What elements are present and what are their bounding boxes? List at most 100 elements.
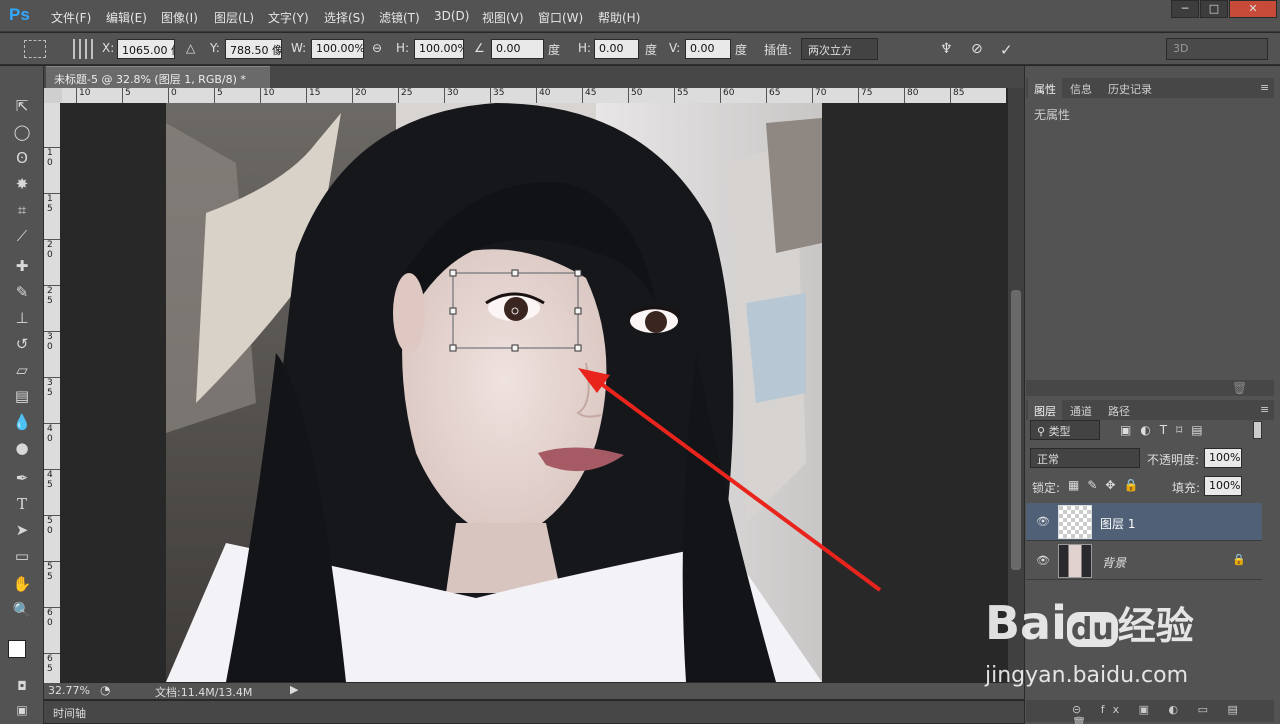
healing-brush-tool-icon[interactable]: ✚ [9,254,35,278]
h-ruler-label: 20 [352,88,366,103]
layer-action-icons[interactable]: ⊝ fx ▣ ◐ ▭ ▤ 🗑 [1072,703,1274,724]
width-field[interactable]: 100.00% [311,39,364,59]
warp-icon[interactable]: ♆ [940,41,953,57]
x-position-field[interactable]: 1065.00 像 [117,39,175,59]
menu-3d[interactable]: 3D(D) [434,9,469,23]
menu-file[interactable]: 文件(F) [51,9,91,26]
menu-image[interactable]: 图像(I) [161,9,198,26]
menu-layer[interactable]: 图层(L) [214,9,254,26]
trash-icon[interactable]: 🗑 [1232,381,1247,395]
tab-paths[interactable]: 路径 [1102,400,1136,420]
timeline-label[interactable]: 时间轴 [53,705,86,721]
magic-wand-tool-icon[interactable]: ✸ [9,172,35,196]
brush-tool-icon[interactable]: ✎ [9,280,35,304]
status-info-icon[interactable]: ◔ [100,683,110,697]
layers-footer: ⊝ fx ▣ ◐ ▭ ▤ 🗑 [1026,700,1274,724]
crop-tool-icon[interactable]: ⌗ [9,198,35,222]
horizontal-ruler[interactable]: 10 5 0 5 10 15 20 25 30 35 40 45 50 55 6… [62,88,1006,103]
hand-tool-icon[interactable]: ✋ [9,572,35,596]
opacity-field[interactable]: 100% [1204,448,1242,468]
menu-view[interactable]: 视图(V) [482,9,524,26]
maximize-button[interactable]: □ [1200,0,1228,18]
quick-mask-icon[interactable]: ◘ [9,674,35,698]
zoom-tool-icon[interactable]: 🔍 [9,598,35,622]
tab-history[interactable]: 历史记录 [1102,78,1158,98]
shape-tool-icon[interactable]: ▭ [9,544,35,568]
layer-filter-icons[interactable]: ▣◐T⌑▤ [1120,423,1212,437]
commit-transform-icon[interactable]: ✓ [1000,41,1013,59]
tab-channels[interactable]: 通道 [1064,400,1098,420]
vertical-scroll-thumb[interactable] [1011,290,1021,570]
marquee-tool-icon[interactable]: ◯ [9,120,35,144]
eye-visibility-icon[interactable]: 👁 [1036,554,1050,567]
gradient-tool-icon[interactable]: ▤ [9,384,35,408]
interpolation-select[interactable]: 两次立方 [801,38,878,60]
move-tool-icon[interactable]: ⇱ [9,94,35,118]
cancel-transform-icon[interactable]: ⊘ [971,41,983,57]
status-menu-arrow-icon[interactable]: ▶ [290,683,298,696]
transform-tool-icon[interactable] [24,40,46,58]
document-size: 文档:11.4M/13.4M [155,686,253,699]
close-window-button[interactable]: ✕ [1229,0,1277,18]
hskew-field[interactable]: 0.00 [594,39,639,59]
rotate-angle-field[interactable]: 0.00 [491,39,544,59]
document-tab[interactable]: 未标题-5 @ 32.8% (图层 1, RGB/8) * × [46,66,270,100]
vskew-field[interactable]: 0.00 [685,39,731,59]
eye-visibility-icon[interactable]: 👁 [1036,515,1050,528]
pen-tool-icon[interactable]: ✒ [9,466,35,490]
h-ruler-label: 0 [168,88,177,103]
menu-filter[interactable]: 滤镜(T) [379,9,420,26]
link-icon[interactable]: ⊖ [372,41,382,55]
height-field[interactable]: 100.00% [414,39,464,59]
history-brush-tool-icon[interactable]: ↺ [9,332,35,356]
eyedropper-tool-icon[interactable]: ⟋ [9,224,35,248]
fill-field[interactable]: 100% [1204,476,1242,496]
path-selection-tool-icon[interactable]: ➤ [9,518,35,542]
type-tool-icon[interactable]: T [9,492,35,516]
menu-help[interactable]: 帮助(H) [598,9,640,26]
menu-edit[interactable]: 编辑(E) [106,9,147,26]
hskew-unit: 度 [645,43,658,57]
lasso-tool-icon[interactable]: ʘ [9,146,35,170]
layer-name[interactable]: 背景 [1102,554,1126,571]
delta-icon[interactable]: △ [186,41,195,55]
reference-point-icon[interactable] [73,39,93,59]
blur-tool-icon[interactable]: 💧 [9,410,35,434]
clone-stamp-tool-icon[interactable]: ⊥ [9,306,35,330]
zoom-level[interactable]: 32.77% [48,684,90,697]
v-ruler-label: 4 0 [44,423,60,447]
menu-window[interactable]: 窗口(W) [538,9,583,26]
menu-type[interactable]: 文字(Y) [268,9,309,26]
layer-thumbnail [1058,505,1092,539]
lock-icons[interactable]: ▦✎✥🔒 [1068,478,1146,492]
angle-icon: ∠ [474,41,485,55]
filter-toggle[interactable] [1253,421,1262,439]
layer-row-layer1[interactable]: 👁 图层 1 [1026,503,1262,541]
panel-menu-icon[interactable]: ≡ [1254,78,1275,98]
tab-layers[interactable]: 图层 [1028,400,1062,420]
h-ruler-label: 80 [904,88,918,103]
h-ruler-label: 30 [444,88,458,103]
vskew-unit: 度 [735,43,748,57]
tab-info[interactable]: 信息 [1064,78,1098,98]
foreground-color-swatch[interactable] [8,640,26,658]
watermark-paw: du [1066,612,1118,647]
screen-mode-icon[interactable]: ▣ [9,698,35,722]
layer-name[interactable]: 图层 1 [1100,515,1135,532]
workspace-select[interactable]: 3D [1166,38,1268,60]
y-position-field[interactable]: 788.50 像 [225,39,282,59]
layer-row-background[interactable]: 👁 背景 🔒 [1026,542,1262,580]
v-ruler-label: 2 0 [44,239,60,263]
menu-select[interactable]: 选择(S) [324,9,365,26]
eraser-tool-icon[interactable]: ▱ [9,358,35,382]
tab-properties[interactable]: 属性 [1028,78,1062,98]
minimize-button[interactable]: ─ [1171,0,1199,18]
vertical-ruler[interactable]: 1 0 1 5 2 0 2 5 3 0 3 5 4 0 4 5 5 0 5 5 … [44,103,60,685]
ruler-origin[interactable] [44,88,62,103]
dodge-tool-icon[interactable]: ● [9,436,35,460]
canvas-area[interactable] [62,103,1006,685]
layer-filter-select[interactable]: ⚲ 类型 [1030,420,1100,440]
blend-mode-select[interactable]: 正常 [1030,448,1140,468]
h-ruler-label: 65 [766,88,780,103]
layers-menu-icon[interactable]: ≡ [1254,400,1275,420]
